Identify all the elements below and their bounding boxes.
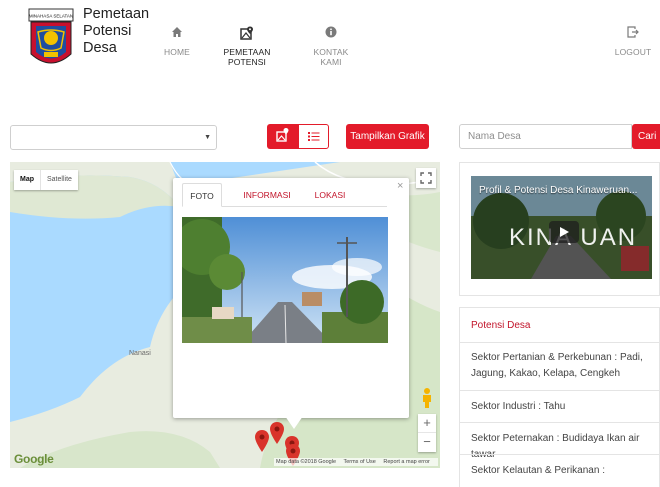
cari-button[interactable]: Cari — [632, 124, 660, 149]
nav-potensi-label: PEMETAAN POTENSI — [223, 47, 271, 67]
nav-home[interactable]: HOME — [162, 26, 192, 57]
header: MINAHASA SELATAN Pemetaan Potensi Desa H… — [0, 0, 660, 78]
logo-text: MINAHASA SELATAN — [29, 14, 73, 19]
google-logo: Google — [14, 452, 54, 466]
map-type-map[interactable]: Map — [14, 170, 40, 190]
tab-foto[interactable]: FOTO — [182, 183, 222, 207]
logout-button[interactable]: LOGOUT — [612, 26, 654, 57]
play-icon[interactable] — [549, 221, 579, 243]
tampilkan-grafik-button[interactable]: Tampilkan Grafik — [346, 124, 429, 149]
map-marker-icon — [205, 26, 289, 40]
nama-desa-search-input[interactable] — [459, 124, 632, 149]
chevron-down-icon: ▼ — [204, 134, 211, 141]
fullscreen-button[interactable] — [416, 168, 436, 188]
potensi-desa-title: Potensi Desa — [471, 320, 531, 331]
zoom-control: + − — [418, 414, 436, 452]
list-view-icon — [308, 132, 320, 141]
map-footer: Map data ©2018 Google Terms of Use Repor… — [274, 458, 438, 466]
map-info-window: × FOTO INFORMASI LOKASI — [173, 178, 409, 429]
nav-pemetaan-potensi[interactable]: PEMETAAN POTENSI — [205, 26, 289, 67]
map-data-credit: Map data ©2018 Google — [276, 459, 337, 465]
potensi-item: Sektor Industri : Tahu — [460, 390, 660, 422]
list-view-toggle[interactable] — [298, 124, 329, 149]
village-photo — [182, 217, 388, 343]
logout-label: LOGOUT — [614, 47, 652, 57]
desa-select[interactable]: ▼ — [10, 125, 217, 150]
fullscreen-icon — [420, 172, 432, 184]
map-view-toggle[interactable] — [267, 124, 298, 149]
brand-line-1: Pemetaan — [83, 6, 150, 22]
nav-kontak-label: KONTAK KAMI — [313, 47, 349, 67]
nav-kontak-kami[interactable]: KONTAK KAMI — [302, 26, 360, 67]
report-map-error-link[interactable]: Report a map error — [383, 459, 429, 465]
zoom-in-button[interactable]: + — [418, 414, 436, 433]
logout-icon — [612, 26, 654, 40]
potensi-item: Sektor Kelautan & Perikanan : — [460, 454, 660, 487]
video-card: Profil & Potensi Desa Kinaweruan... KINA… — [459, 162, 660, 296]
potensi-item: Sektor Peternakan : Budidaya Ikan air ta… — [460, 422, 660, 460]
terms-of-use-link[interactable]: Terms of Use — [343, 459, 375, 465]
map-view-icon — [276, 128, 289, 142]
nav-home-label: HOME — [164, 47, 190, 57]
video-player[interactable]: Profil & Potensi Desa Kinaweruan... KINA… — [471, 176, 652, 279]
potensi-desa-panel: Potensi Desa Sektor Pertanian & Perkebun… — [459, 307, 660, 487]
pegman-icon[interactable] — [420, 387, 434, 409]
close-icon[interactable]: × — [397, 180, 403, 192]
map-type-control: Map Satellite — [14, 170, 78, 190]
brand-title: Pemetaan Potensi Desa — [83, 6, 149, 57]
brand-line-2: Potensi — [83, 23, 132, 39]
regency-logo[interactable]: MINAHASA SELATAN — [28, 8, 74, 74]
info-icon — [302, 26, 360, 40]
place-label-nanasi: Nanasi — [129, 350, 151, 357]
map-type-satellite[interactable]: Satellite — [40, 170, 78, 190]
video-title: Profil & Potensi Desa Kinaweruan... — [479, 185, 638, 196]
map-marker[interactable] — [270, 422, 284, 444]
brand-line-3: Desa — [83, 40, 117, 56]
tab-informasi[interactable]: INFORMASI — [237, 183, 297, 207]
zoom-out-button[interactable]: − — [418, 433, 436, 452]
map-marker[interactable] — [255, 430, 269, 452]
home-icon — [162, 26, 192, 40]
info-window-tail — [285, 416, 303, 429]
tab-lokasi[interactable]: LOKASI — [310, 183, 350, 207]
potensi-item: Sektor Pertanian & Perkebunan : Padi, Ja… — [460, 342, 660, 390]
info-window-tabs: FOTO INFORMASI LOKASI — [182, 183, 387, 207]
